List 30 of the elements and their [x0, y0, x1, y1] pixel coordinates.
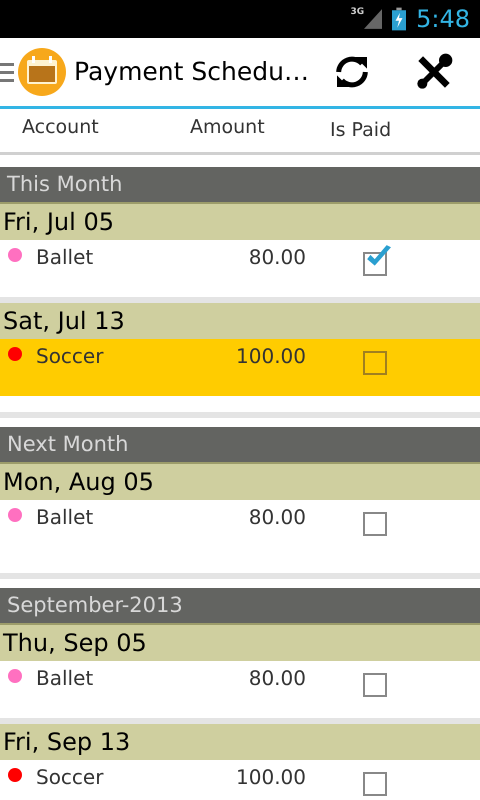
account-name: Ballet — [36, 244, 94, 271]
section-title: Next Month — [7, 430, 128, 458]
section-title: September-2013 — [7, 592, 183, 619]
section-title: This Month — [7, 170, 122, 198]
account-name: Ballet — [36, 665, 94, 692]
menu-icon[interactable] — [0, 61, 14, 83]
amount: 80.00 — [248, 665, 306, 692]
column-title: Is Paid — [330, 118, 392, 143]
signal-icon — [364, 8, 382, 30]
account-name: Soccer — [36, 343, 104, 370]
battery-icon — [392, 7, 406, 31]
date-label: Fri, Jul 05 — [3, 207, 114, 238]
checkbox[interactable] — [363, 244, 393, 276]
network-label: 3G — [350, 6, 364, 19]
account-name: Soccer — [36, 764, 104, 791]
amount: 80.00 — [248, 504, 306, 531]
date-label: Thu, Sep 05 — [3, 628, 147, 659]
column-title: Amount — [190, 115, 266, 140]
account-name: Ballet — [36, 504, 94, 531]
amount: 100.00 — [235, 764, 306, 791]
date-label: Mon, Aug 05 — [3, 467, 154, 498]
clock: 5:48 — [416, 4, 470, 35]
app-title: Payment Schedu… — [74, 56, 310, 88]
date-label: Sat, Jul 13 — [3, 306, 125, 337]
date-label: Fri, Sep 13 — [3, 727, 130, 758]
calendar-icon[interactable] — [18, 48, 66, 96]
column-title: Account — [22, 115, 100, 140]
amount: 80.00 — [248, 244, 306, 271]
amount: 100.00 — [235, 343, 306, 370]
payment-row[interactable]: Soccer 100.00 — [0, 339, 480, 396]
